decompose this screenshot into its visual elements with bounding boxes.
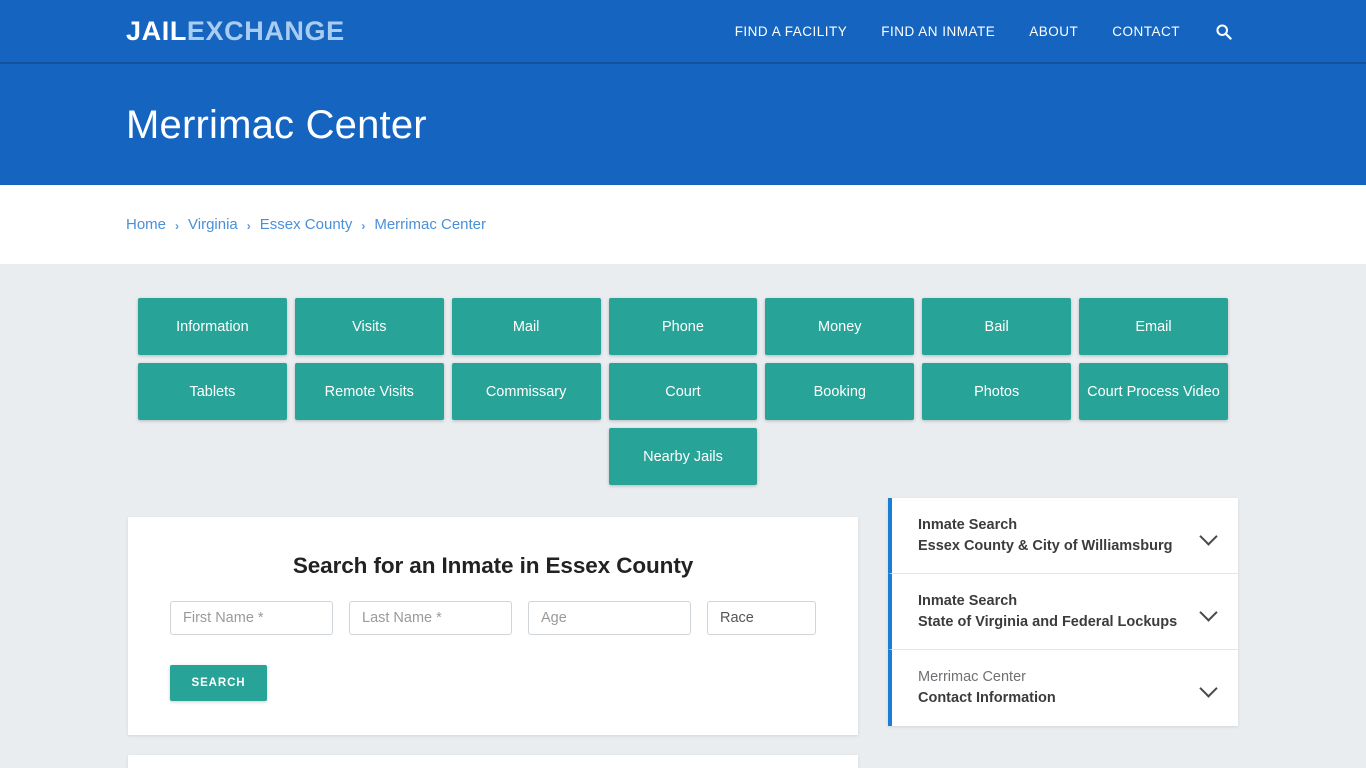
search-icon[interactable]	[1197, 23, 1236, 40]
tab-phone[interactable]: Phone	[608, 298, 758, 355]
tab-email[interactable]: Email	[1079, 298, 1228, 355]
breadcrumb: Home › Virginia › Essex County › Merrima…	[126, 216, 486, 233]
breadcrumb-item-virginia[interactable]: Virginia	[188, 216, 238, 233]
tab-court[interactable]: Court	[608, 363, 758, 420]
tab-booking[interactable]: Booking	[765, 363, 915, 420]
tab-court-process-video[interactable]: Court Process Video	[1079, 363, 1228, 420]
sidebar: Inmate Search Essex County & City of Wil…	[888, 498, 1238, 726]
nav-item-find-an-inmate[interactable]: FIND AN INMATE	[864, 24, 1012, 39]
tab-information[interactable]: Information	[138, 298, 287, 355]
search-fields: Race	[150, 601, 836, 635]
page-body: Information Visits Mail Phone Money Bail…	[0, 264, 1366, 768]
tab-tablets[interactable]: Tablets	[138, 363, 287, 420]
site-header: JAILEXCHANGE FIND A FACILITY FIND AN INM…	[0, 0, 1366, 64]
search-button[interactable]: SEARCH	[170, 665, 267, 701]
tab-bail[interactable]: Bail	[922, 298, 1072, 355]
sidebar-item-subtitle: Essex County & City of Williamsburg	[918, 537, 1173, 554]
logo-text-exchange: EXCHANGE	[186, 15, 345, 46]
nav-item-contact[interactable]: CONTACT	[1095, 24, 1197, 39]
tab-photos[interactable]: Photos	[922, 363, 1072, 420]
tab-remote-visits[interactable]: Remote Visits	[294, 363, 444, 420]
breadcrumb-item-home[interactable]: Home	[126, 216, 166, 233]
tab-money[interactable]: Money	[765, 298, 915, 355]
breadcrumb-item-merrimac-center[interactable]: Merrimac Center	[374, 216, 486, 233]
chevron-down-icon	[1198, 525, 1220, 547]
tab-visits[interactable]: Visits	[294, 298, 444, 355]
sidebar-item-title: Merrimac Center	[918, 669, 1026, 686]
sidebar-item-contact-information[interactable]: Merrimac Center Contact Information	[888, 650, 1238, 726]
breadcrumb-separator-icon: ›	[246, 218, 251, 233]
breadcrumb-bar: Home › Virginia › Essex County › Merrima…	[0, 185, 1366, 264]
breadcrumb-item-essex-county[interactable]: Essex County	[260, 216, 353, 233]
site-logo[interactable]: JAILEXCHANGE	[126, 15, 345, 46]
sidebar-item-inmate-search-state[interactable]: Inmate Search State of Virginia and Fede…	[888, 574, 1238, 650]
logo-text-jail: JAIL	[126, 15, 187, 46]
nearby-jails-row: Nearby Jails	[138, 428, 1228, 485]
race-select[interactable]: Race	[707, 601, 816, 635]
chevron-down-icon	[1198, 601, 1220, 623]
sidebar-item-subtitle: State of Virginia and Federal Lockups	[918, 613, 1178, 630]
search-heading: Search for an Inmate in Essex County	[292, 553, 694, 578]
inmate-search-card: Search for an Inmate in Essex County Rac…	[128, 517, 858, 735]
first-name-input[interactable]	[170, 601, 333, 635]
sidebar-item-inmate-search-county[interactable]: Inmate Search Essex County & City of Wil…	[888, 498, 1238, 574]
tab-mail[interactable]: Mail	[451, 298, 601, 355]
sidebar-accordion: Inmate Search Essex County & City of Wil…	[888, 498, 1238, 726]
page-hero: Merrimac Center	[0, 64, 1366, 185]
chevron-down-icon	[1198, 677, 1220, 699]
main-navigation: FIND A FACILITY FIND AN INMATE ABOUT CON…	[718, 23, 1236, 40]
main-column: Search for an Inmate in Essex County Rac…	[128, 517, 858, 768]
sidebar-item-subtitle: Contact Information	[918, 690, 1056, 706]
tab-commissary[interactable]: Commissary	[451, 363, 601, 420]
sidebar-item-title: Inmate Search	[918, 592, 1018, 609]
last-name-input[interactable]	[349, 601, 512, 635]
sidebar-item-title: Inmate Search	[918, 516, 1018, 533]
nav-item-find-a-facility[interactable]: FIND A FACILITY	[718, 24, 865, 39]
age-input[interactable]	[528, 601, 691, 635]
breadcrumb-separator-icon: ›	[175, 218, 180, 233]
tab-nearby-jails[interactable]: Nearby Jails	[608, 428, 758, 485]
facility-information-card: Merrimac Center Information	[128, 755, 858, 768]
page-title: Merrimac Center	[126, 102, 427, 147]
breadcrumb-separator-icon: ›	[361, 218, 366, 233]
facility-tab-grid: Information Visits Mail Phone Money Bail…	[138, 288, 1228, 420]
nav-item-about[interactable]: ABOUT	[1012, 24, 1095, 39]
